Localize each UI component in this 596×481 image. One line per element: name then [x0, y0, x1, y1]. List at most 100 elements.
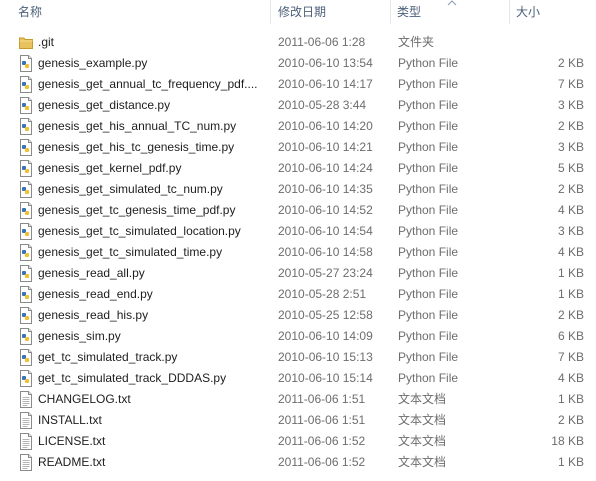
file-name: get_tc_simulated_track_DDDAS.py: [38, 371, 227, 385]
file-type: Python File: [398, 308, 459, 322]
file-name: genesis_read_all.py: [38, 266, 145, 280]
file-row[interactable]: genesis_get_tc_genesis_time_pdf.py 2010-0…: [0, 200, 596, 221]
file-type: Python File: [398, 266, 459, 280]
file-type: Python File: [398, 203, 459, 217]
file-row[interactable]: README.txt 2011-06-06 1:52 文本文档 1 KB: [0, 452, 596, 473]
file-size: 7 KB: [557, 350, 584, 364]
file-name: .git: [38, 35, 55, 49]
file-name: genesis_read_end.py: [38, 287, 153, 301]
python-file-icon: [18, 118, 34, 135]
text-file-icon: [18, 454, 34, 471]
file-type: Python File: [398, 140, 459, 154]
file-date: 2010-06-10 14:52: [278, 203, 373, 217]
file-size: [510, 32, 584, 53]
python-file-icon: [18, 244, 34, 261]
python-file-icon: [18, 55, 34, 72]
file-date: 2010-06-10 14:35: [278, 182, 373, 196]
file-type: Python File: [398, 98, 459, 112]
file-size: 4 KB: [557, 203, 584, 217]
file-name: README.txt: [38, 455, 106, 469]
file-row[interactable]: genesis_read_all.py 2010-05-27 23:24 Pytho…: [0, 263, 596, 284]
column-header-name[interactable]: 名称: [12, 0, 270, 24]
file-date: 2010-06-10 14:17: [278, 77, 373, 91]
file-type: Python File: [398, 161, 459, 175]
file-size: 7 KB: [557, 77, 584, 91]
file-size: 6 KB: [557, 329, 584, 343]
python-file-icon: [18, 97, 34, 114]
file-date: 2010-06-10 14:58: [278, 245, 373, 259]
file-type: Python File: [398, 287, 459, 301]
python-file-icon: [18, 370, 34, 387]
file-size: 5 KB: [557, 161, 584, 175]
text-file-icon: [18, 391, 34, 408]
file-size: 1 KB: [557, 287, 584, 301]
file-date: 2010-05-27 23:24: [278, 266, 373, 280]
file-date: 2011-06-06 1:52: [278, 434, 366, 448]
file-row[interactable]: genesis_read_his.py 2010-05-25 12:58 Pytho…: [0, 305, 596, 326]
file-type: 文本文档: [398, 434, 447, 448]
file-size: 3 KB: [557, 98, 584, 112]
file-size: 2 KB: [557, 182, 584, 196]
python-file-icon: [18, 307, 34, 324]
column-header-bar: 名称 修改日期 类型 大小: [0, 0, 596, 24]
file-type: Python File: [398, 245, 459, 259]
python-file-icon: [18, 202, 34, 219]
file-date: 2010-06-10 14:21: [278, 140, 373, 154]
file-row[interactable]: get_tc_simulated_track_DDDAS.py 2010-06-1…: [0, 368, 596, 389]
file-row[interactable]: genesis_get_kernel_pdf.py 2010-06-10 14:2…: [0, 158, 596, 179]
file-date: 2010-06-10 14:09: [278, 329, 373, 343]
sort-ascending-icon: [447, 0, 457, 6]
file-row[interactable]: genesis_sim.py 2010-06-10 14:09 Python Fil…: [0, 326, 596, 347]
file-row[interactable]: .git 2011-06-06 1:28 文件夹: [0, 32, 596, 53]
file-size: 2 KB: [557, 56, 584, 70]
python-file-icon: [18, 349, 34, 366]
file-date: 2010-05-28 3:44: [278, 98, 367, 112]
file-date: 2010-05-25 12:58: [278, 308, 373, 322]
folder-icon: [18, 34, 34, 51]
file-row[interactable]: genesis_get_his_annual_TC_num.py 2010-06-…: [0, 116, 596, 137]
file-size: 2 KB: [557, 413, 584, 427]
file-size: 3 KB: [557, 140, 584, 154]
file-row[interactable]: genesis_get_tc_simulated_time.py 2010-06-…: [0, 242, 596, 263]
file-row[interactable]: CHANGELOG.txt 2011-06-06 1:51 文本文档 1 KB: [0, 389, 596, 410]
file-date: 2011-06-06 1:52: [278, 455, 366, 469]
file-type: Python File: [398, 350, 459, 364]
python-file-icon: [18, 223, 34, 240]
file-row[interactable]: genesis_read_end.py 2010-05-28 2:51 Python…: [0, 284, 596, 305]
file-size: 2 KB: [557, 308, 584, 322]
file-size: 4 KB: [557, 245, 584, 259]
file-type: Python File: [398, 329, 459, 343]
file-name: INSTALL.txt: [38, 413, 102, 427]
file-size: 2 KB: [557, 119, 584, 133]
column-header-date[interactable]: 修改日期: [272, 0, 390, 24]
file-date: 2011-06-06 1:51: [278, 392, 366, 406]
file-type: Python File: [398, 119, 459, 133]
file-size: 18 KB: [551, 434, 584, 448]
file-row[interactable]: genesis_get_tc_simulated_location.py 2010…: [0, 221, 596, 242]
file-size: 3 KB: [557, 224, 584, 238]
file-type: 文本文档: [398, 392, 447, 406]
file-row[interactable]: genesis_get_his_tc_genesis_time.py 2010-0…: [0, 137, 596, 158]
file-row[interactable]: get_tc_simulated_track.py 2010-06-10 15:1…: [0, 347, 596, 368]
file-name: genesis_get_simulated_tc_num.py: [38, 182, 223, 196]
file-date: 2011-06-06 1:28: [278, 35, 366, 49]
file-name: LICENSE.txt: [38, 434, 106, 448]
file-row[interactable]: genesis_get_annual_tc_frequency_pdf.... 2…: [0, 74, 596, 95]
file-name: genesis_get_his_annual_TC_num.py: [38, 119, 237, 133]
file-row[interactable]: genesis_get_simulated_tc_num.py 2010-06-1…: [0, 179, 596, 200]
file-row[interactable]: LICENSE.txt 2011-06-06 1:52 文本文档 18 KB: [0, 431, 596, 452]
file-size: 1 KB: [557, 392, 584, 406]
file-row[interactable]: genesis_get_distance.py 2010-05-28 3:44 Py…: [0, 95, 596, 116]
file-type: Python File: [398, 182, 459, 196]
file-date: 2010-06-10 14:54: [278, 224, 373, 238]
file-name: genesis_get_his_tc_genesis_time.py: [38, 140, 235, 154]
file-row[interactable]: genesis_example.py 2010-06-10 13:54 Python…: [0, 53, 596, 74]
column-divider[interactable]: [270, 0, 271, 24]
file-date: 2010-06-10 14:24: [278, 161, 373, 175]
file-type: 文本文档: [398, 455, 447, 469]
file-row[interactable]: INSTALL.txt 2011-06-06 1:51 文本文档 2 KB: [0, 410, 596, 431]
file-size: 1 KB: [557, 455, 584, 469]
column-header-size[interactable]: 大小: [510, 0, 590, 24]
file-name: CHANGELOG.txt: [38, 392, 131, 406]
file-name: genesis_get_distance.py: [38, 98, 171, 112]
